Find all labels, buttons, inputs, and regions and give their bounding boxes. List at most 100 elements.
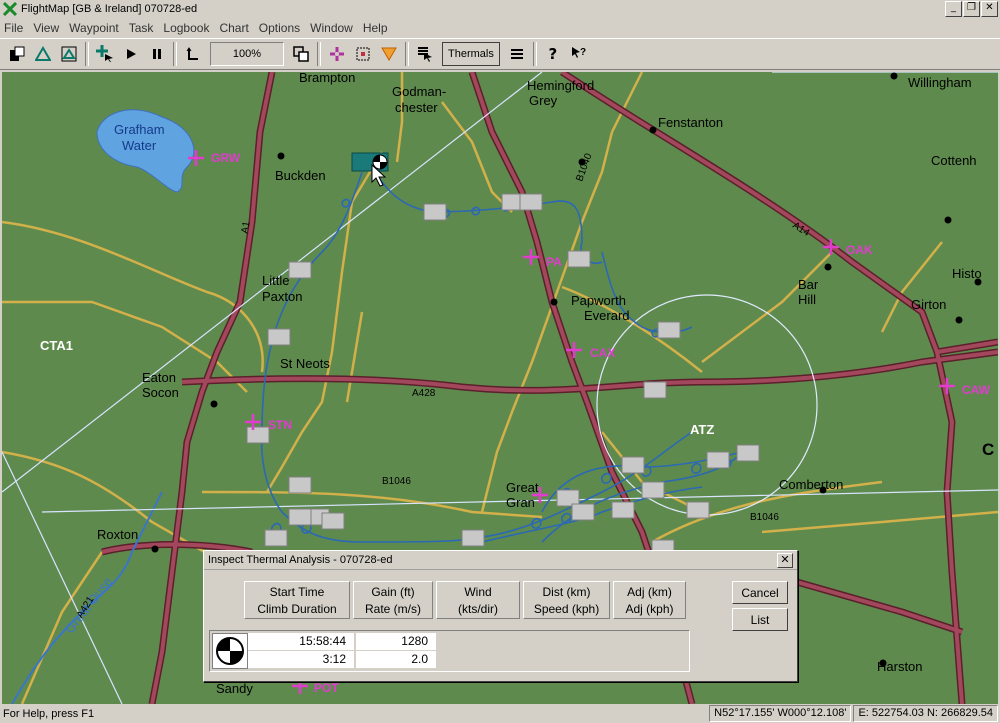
place-label: chester [395, 100, 438, 115]
pause-button[interactable] [144, 41, 170, 67]
toolbar: 100% Thermals ? ? [0, 38, 1000, 70]
svg-text:?: ? [580, 47, 586, 58]
zoom-level-field[interactable]: 100% [210, 42, 284, 66]
title-bar: FlightMap [GB & Ireland] 070728-ed _ ❐ ✕ [0, 0, 1000, 18]
legend-button[interactable] [504, 41, 530, 67]
app-icon [3, 2, 17, 16]
status-bar: For Help, press F1 N52°17.155' W000°12.1… [0, 704, 1000, 723]
window-title: FlightMap [GB & Ireland] 070728-ed [21, 3, 198, 15]
road-label-a1: A1 [239, 220, 253, 235]
turnpoint-button[interactable] [376, 41, 402, 67]
play-button[interactable] [118, 41, 144, 67]
header-line: Adj (km) [627, 585, 672, 599]
help-button[interactable]: ? [540, 41, 566, 67]
menu-view[interactable]: View [28, 21, 64, 35]
menu-file[interactable]: File [0, 21, 28, 35]
airspace-label: CTA1 [40, 338, 73, 353]
waypoint-label: CAX [590, 346, 616, 360]
chart-icon [10, 46, 25, 61]
status-position: N52°17.155' W000°12.108' [709, 705, 852, 722]
lake-label: Water [122, 138, 157, 153]
place-label: Bar [798, 277, 819, 292]
menu-bar: File View Waypoint Task Logbook Chart Op… [0, 18, 1000, 37]
task-button[interactable] [30, 41, 56, 67]
close-button[interactable]: ✕ [981, 1, 998, 17]
thermal-result-panel: 15:58:44 3:12 1280 2.0 [209, 630, 690, 672]
header-line: Gain (ft) [371, 585, 415, 599]
header-dist[interactable]: Dist (km) Speed (kph) [523, 581, 610, 619]
triangle-icon [35, 46, 51, 61]
minimize-button[interactable]: _ [945, 1, 962, 17]
place-label: Fenstanton [658, 115, 724, 130]
select-trace-button[interactable] [412, 41, 438, 67]
thermals-button[interactable]: Thermals [442, 42, 500, 66]
place-label: Eaton [142, 370, 176, 385]
header-line: Speed (kph) [533, 602, 600, 616]
toolbar-separator [317, 42, 321, 66]
pointer-help-icon: ? [571, 47, 586, 58]
place-label: Cottenh [931, 153, 977, 168]
toolbar-separator [532, 42, 537, 66]
crosshair-pointer-icon [96, 45, 113, 62]
task-view-button[interactable] [56, 41, 82, 67]
place-label: Little [262, 273, 290, 288]
window-layout-button[interactable] [288, 41, 314, 67]
place-label: Godman- [392, 84, 447, 99]
waypoint-label: CAW [962, 383, 990, 397]
rate-value: 2.0 [356, 651, 436, 668]
pause-icon [153, 49, 161, 59]
list-pointer-icon [418, 47, 432, 62]
rotate-icon [186, 47, 198, 60]
rotate-button[interactable] [180, 41, 206, 67]
header-start-time[interactable]: Start Time Climb Duration [244, 581, 350, 619]
place-label: Grey [529, 93, 558, 108]
waypoint-label: GRW [211, 151, 241, 165]
airspace-icon [356, 47, 370, 61]
menu-window[interactable]: Window [305, 21, 358, 35]
place-label: Hill [798, 292, 817, 307]
place-label: Roxton [97, 527, 139, 542]
restore-button[interactable]: ❐ [963, 1, 980, 17]
menu-waypoint[interactable]: Waypoint [64, 21, 124, 35]
menu-task[interactable]: Task [124, 21, 159, 35]
cancel-button[interactable]: Cancel [732, 581, 788, 604]
waypoints-button[interactable] [324, 41, 350, 67]
header-line: Dist (km) [542, 585, 591, 599]
place-label: Everard [584, 308, 630, 323]
dialog-close-button[interactable]: ✕ [777, 553, 793, 568]
menu-help[interactable]: Help [358, 21, 393, 35]
windows-icon [293, 46, 309, 62]
add-waypoint-button[interactable] [92, 41, 118, 67]
place-label: Socon [142, 385, 179, 400]
context-help-button[interactable]: ? [566, 41, 592, 67]
header-line: Wind [464, 585, 492, 599]
header-line: Start Time [269, 585, 325, 599]
header-adj[interactable]: Adj (km) Adj (kph) [613, 581, 686, 619]
airspace-label: ATZ [690, 422, 715, 437]
place-label: Histo [952, 266, 982, 281]
framed-triangle-icon [61, 46, 77, 62]
place-label: Willingham [908, 75, 972, 90]
toolbar-separator [405, 42, 409, 66]
place-label: Hemingford [527, 78, 595, 93]
place-label: Harston [877, 659, 923, 674]
list-button[interactable]: List [732, 608, 788, 631]
waypoint-label: PA [546, 255, 562, 269]
dialog-title: Inspect Thermal Analysis - 070728-ed [204, 551, 797, 570]
header-gain[interactable]: Gain (ft) Rate (m/s) [353, 581, 433, 619]
open-chart-button[interactable] [4, 41, 30, 67]
menu-chart[interactable]: Chart [214, 21, 253, 35]
play-icon [127, 49, 136, 59]
road-label-b1046: B1046 [382, 476, 411, 487]
place-label: Paxton [262, 289, 303, 304]
airspace-button[interactable] [350, 41, 376, 67]
place-label: Buckden [275, 168, 326, 183]
road-label-b1046-east: B1046 [750, 512, 779, 523]
road-label-a428: A428 [412, 388, 436, 399]
menu-options[interactable]: Options [254, 21, 305, 35]
menu-logbook[interactable]: Logbook [158, 21, 214, 35]
header-line: Adj (kph) [625, 602, 674, 616]
thermal-icon [216, 637, 244, 665]
waypoint-label: OAK [846, 243, 873, 257]
header-wind[interactable]: Wind (kts/dir) [436, 581, 520, 619]
